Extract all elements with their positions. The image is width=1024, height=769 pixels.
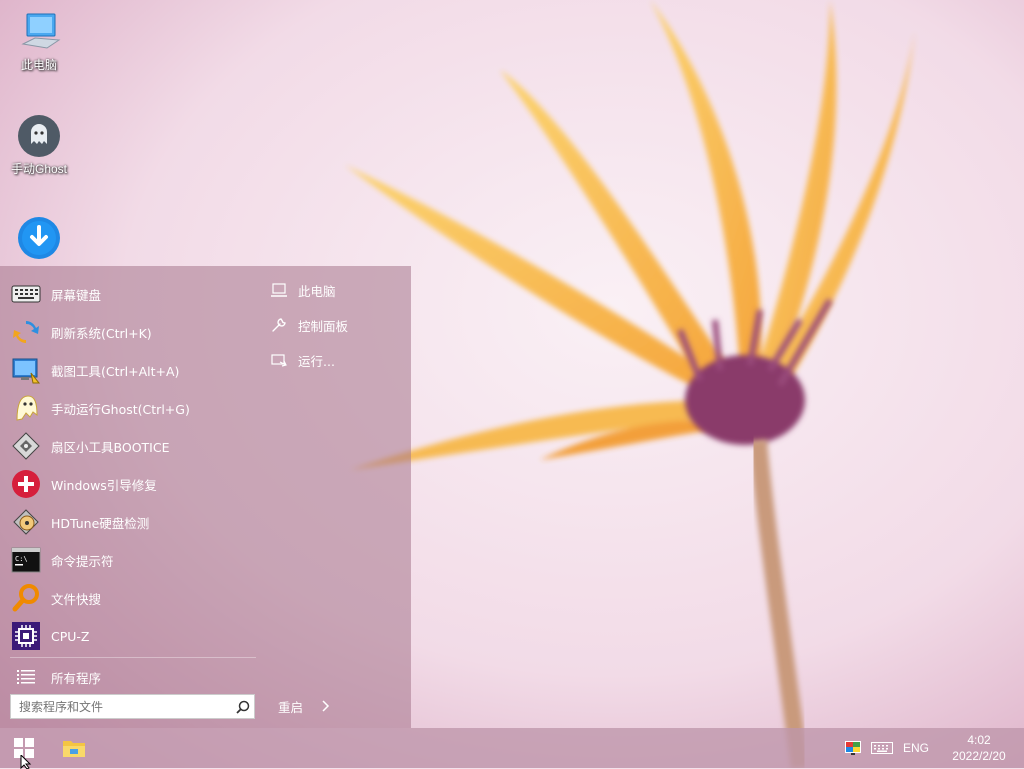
menu-separator	[10, 657, 256, 658]
shortcut-control-panel[interactable]: 控制面板	[270, 312, 348, 338]
display-icon[interactable]	[840, 728, 866, 768]
taskbar: ENG 4:02 2022/2/20	[0, 728, 1024, 768]
all-programs-button[interactable]: 所有程序	[10, 660, 256, 694]
search-file-icon	[10, 582, 42, 614]
clock-date: 2022/2/20	[952, 749, 1006, 763]
desktop-icon-download[interactable]	[4, 216, 74, 262]
chevron-right-icon[interactable]	[318, 697, 334, 715]
ghost-icon	[17, 114, 61, 158]
menu-item-manual-ghost[interactable]: 手动运行Ghost(Ctrl+G)	[10, 391, 256, 425]
menu-item-hdtune[interactable]: HDTune硬盘检测	[10, 505, 256, 539]
repair-icon	[10, 468, 42, 500]
run-icon	[270, 351, 288, 369]
laptop-icon	[270, 281, 288, 299]
list-icon	[10, 661, 42, 693]
file-explorer-button[interactable]	[50, 728, 98, 768]
menu-item-command-prompt[interactable]: C:\ 命令提示符	[10, 543, 256, 577]
refresh-icon	[10, 316, 42, 348]
menu-item-label: Windows引导修复	[51, 477, 157, 493]
clock-time: 4:02	[967, 733, 991, 747]
disk-tool-icon	[10, 430, 42, 462]
hdtune-icon	[10, 506, 42, 538]
download-icon	[17, 216, 61, 260]
menu-item-label: HDTune硬盘检测	[51, 515, 150, 531]
menu-item-label: 截图工具(Ctrl+Alt+A)	[51, 363, 180, 379]
shortcut-label: 控制面板	[298, 318, 349, 334]
shortcut-this-pc[interactable]: 此电脑	[270, 277, 336, 303]
menu-item-label: 手动运行Ghost(Ctrl+G)	[51, 401, 190, 417]
menu-item-label: 命令提示符	[51, 553, 114, 569]
keyboard-icon[interactable]	[866, 728, 898, 768]
menu-item-label: 扇区小工具BOOTICE	[51, 439, 170, 455]
menu-item-label: 屏幕键盘	[51, 287, 102, 303]
menu-item-file-search[interactable]: 文件快搜	[10, 581, 256, 615]
search-box	[10, 694, 255, 719]
screenshot-icon	[10, 354, 42, 386]
menu-item-windows-boot-repair[interactable]: Windows引导修复	[10, 467, 256, 501]
menu-item-label: 文件快搜	[51, 591, 102, 607]
menu-item-cpu-z[interactable]: CPU-Z	[10, 619, 256, 653]
search-icon[interactable]	[232, 696, 254, 718]
ghost-icon	[10, 392, 42, 424]
clock[interactable]: 4:02 2022/2/20	[934, 728, 1024, 768]
desktop-icon-this-pc[interactable]: 此电脑	[4, 10, 74, 73]
desktop-icon-label: 此电脑	[20, 58, 57, 72]
shortcut-label: 运行...	[298, 353, 335, 369]
language-indicator[interactable]: ENG	[898, 728, 934, 768]
mouse-cursor-icon	[20, 755, 32, 769]
search-input[interactable]	[11, 696, 232, 717]
wrench-icon	[270, 316, 288, 334]
svg-text:C:\: C:\	[15, 555, 28, 563]
cpuz-icon	[10, 620, 42, 652]
system-tray: ENG 4:02 2022/2/20	[840, 728, 1024, 768]
desktop-icon-manual-ghost[interactable]: 手动Ghost	[4, 114, 74, 177]
folder-icon	[63, 741, 85, 757]
menu-item-screenshot-tool[interactable]: 截图工具(Ctrl+Alt+A)	[10, 353, 256, 387]
desktop-icon-label: 手动Ghost	[10, 162, 68, 176]
start-menu: 屏幕键盘 刷新系统(Ctrl+K) 截图工具(Ctrl+Alt+A) 手动运行G…	[0, 266, 411, 728]
menu-item-bootice[interactable]: 扇区小工具BOOTICE	[10, 429, 256, 463]
computer-icon	[17, 10, 61, 54]
menu-item-onscreen-keyboard[interactable]: 屏幕键盘	[10, 277, 256, 311]
start-menu-program-list: 屏幕键盘 刷新系统(Ctrl+K) 截图工具(Ctrl+Alt+A) 手动运行G…	[0, 266, 258, 728]
restart-label: 重启	[278, 699, 304, 715]
menu-item-label: CPU-Z	[51, 628, 90, 644]
keyboard-icon	[10, 278, 42, 310]
menu-item-refresh-system[interactable]: 刷新系统(Ctrl+K)	[10, 315, 256, 349]
restart-button[interactable]: 重启	[278, 695, 303, 717]
shortcut-run[interactable]: 运行...	[270, 347, 335, 373]
menu-item-label: 刷新系统(Ctrl+K)	[51, 325, 152, 341]
shortcut-label: 此电脑	[298, 283, 336, 299]
all-programs-label: 所有程序	[51, 670, 102, 686]
cmd-icon: C:\	[10, 544, 42, 576]
